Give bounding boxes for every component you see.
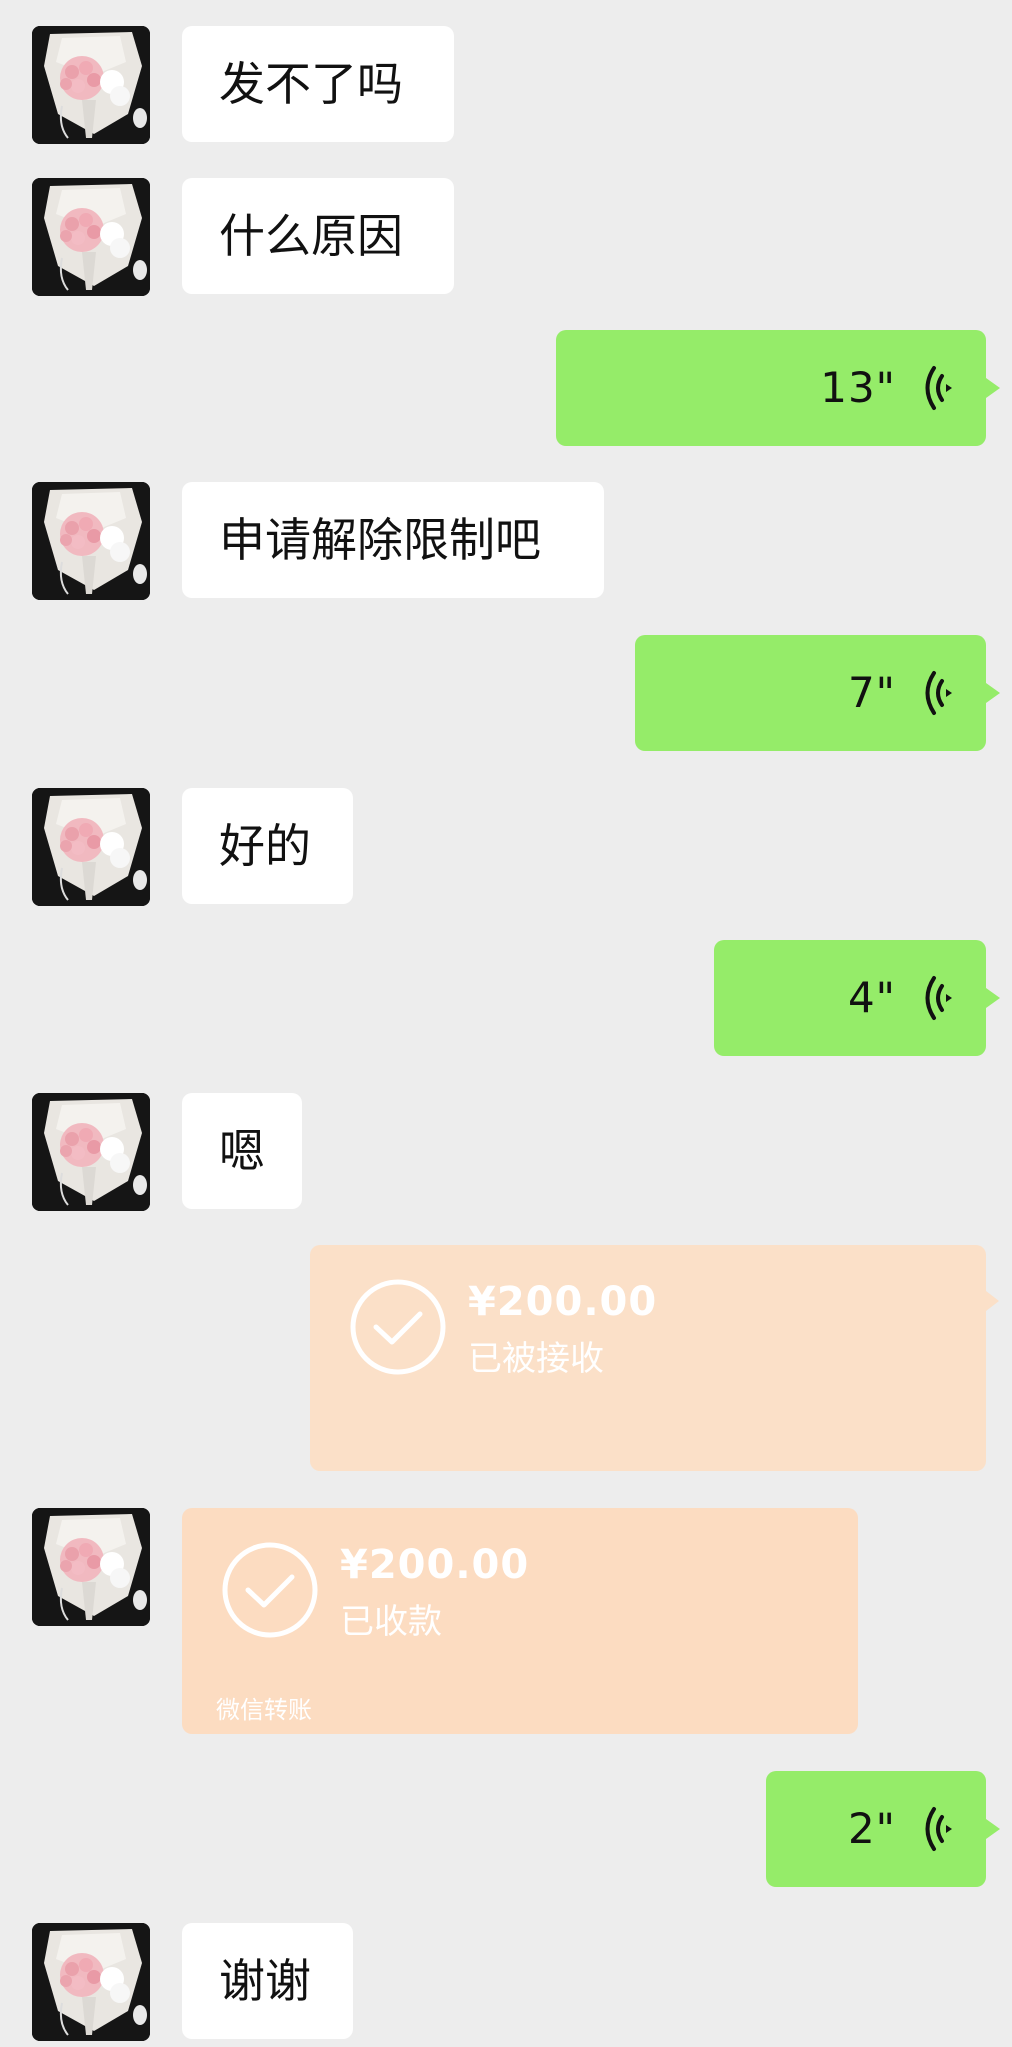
flower-bouquet-avatar-icon	[32, 1923, 150, 2041]
message-bubble-incoming[interactable]: 申请解除限制吧	[182, 482, 604, 598]
transfer-status: 已收款	[340, 1602, 442, 1642]
voice-message-outgoing[interactable]: 2"	[766, 1771, 1000, 1887]
message-text: 谢谢	[219, 1954, 311, 2008]
voice-duration: 7"	[847, 668, 896, 717]
voice-wave-icon	[920, 974, 960, 1022]
check-circle-icon	[222, 1542, 318, 1638]
contact-avatar[interactable]	[32, 178, 150, 296]
flower-bouquet-avatar-icon	[32, 788, 150, 906]
message-text: 发不了吗	[219, 57, 403, 111]
voice-wave-icon	[920, 1805, 960, 1853]
voice-duration: 13"	[820, 363, 896, 412]
message-text: 好的	[219, 819, 311, 873]
voice-message-outgoing[interactable]: 7"	[635, 635, 1000, 751]
flower-bouquet-avatar-icon	[32, 1508, 150, 1626]
flower-bouquet-avatar-icon	[32, 1093, 150, 1211]
transfer-card-received[interactable]: ¥200.00 已收款 微信转账	[182, 1508, 858, 1734]
message-bubble-incoming[interactable]: 什么原因	[182, 178, 454, 294]
flower-bouquet-avatar-icon	[32, 26, 150, 144]
transfer-card-sent[interactable]: ¥200.00 已被接收	[310, 1245, 999, 1471]
message-text: 嗯	[219, 1124, 265, 1178]
voice-duration: 2"	[847, 1804, 896, 1853]
check-circle-icon	[350, 1279, 446, 1375]
contact-avatar[interactable]	[32, 788, 150, 906]
contact-avatar[interactable]	[32, 1923, 150, 2041]
contact-avatar[interactable]	[32, 1508, 150, 1626]
transfer-amount: ¥200.00	[340, 1542, 530, 1588]
voice-message-outgoing[interactable]: 13"	[556, 330, 1000, 446]
transfer-footer-label: 微信转账	[216, 1696, 312, 1724]
contact-avatar[interactable]	[32, 26, 150, 144]
transfer-status: 已被接收	[468, 1339, 604, 1379]
message-bubble-incoming[interactable]: 发不了吗	[182, 26, 454, 142]
message-text: 申请解除限制吧	[219, 513, 541, 567]
message-text: 什么原因	[219, 209, 403, 263]
voice-wave-icon	[920, 669, 960, 717]
flower-bouquet-avatar-icon	[32, 482, 150, 600]
flower-bouquet-avatar-icon	[32, 178, 150, 296]
message-bubble-incoming[interactable]: 嗯	[182, 1093, 302, 1209]
message-bubble-incoming[interactable]: 好的	[182, 788, 353, 904]
contact-avatar[interactable]	[32, 482, 150, 600]
message-bubble-incoming[interactable]: 谢谢	[182, 1923, 353, 2039]
voice-wave-icon	[920, 364, 960, 412]
voice-duration: 4"	[847, 973, 896, 1022]
voice-message-outgoing[interactable]: 4"	[714, 940, 1000, 1056]
contact-avatar[interactable]	[32, 1093, 150, 1211]
transfer-amount: ¥200.00	[468, 1279, 658, 1325]
